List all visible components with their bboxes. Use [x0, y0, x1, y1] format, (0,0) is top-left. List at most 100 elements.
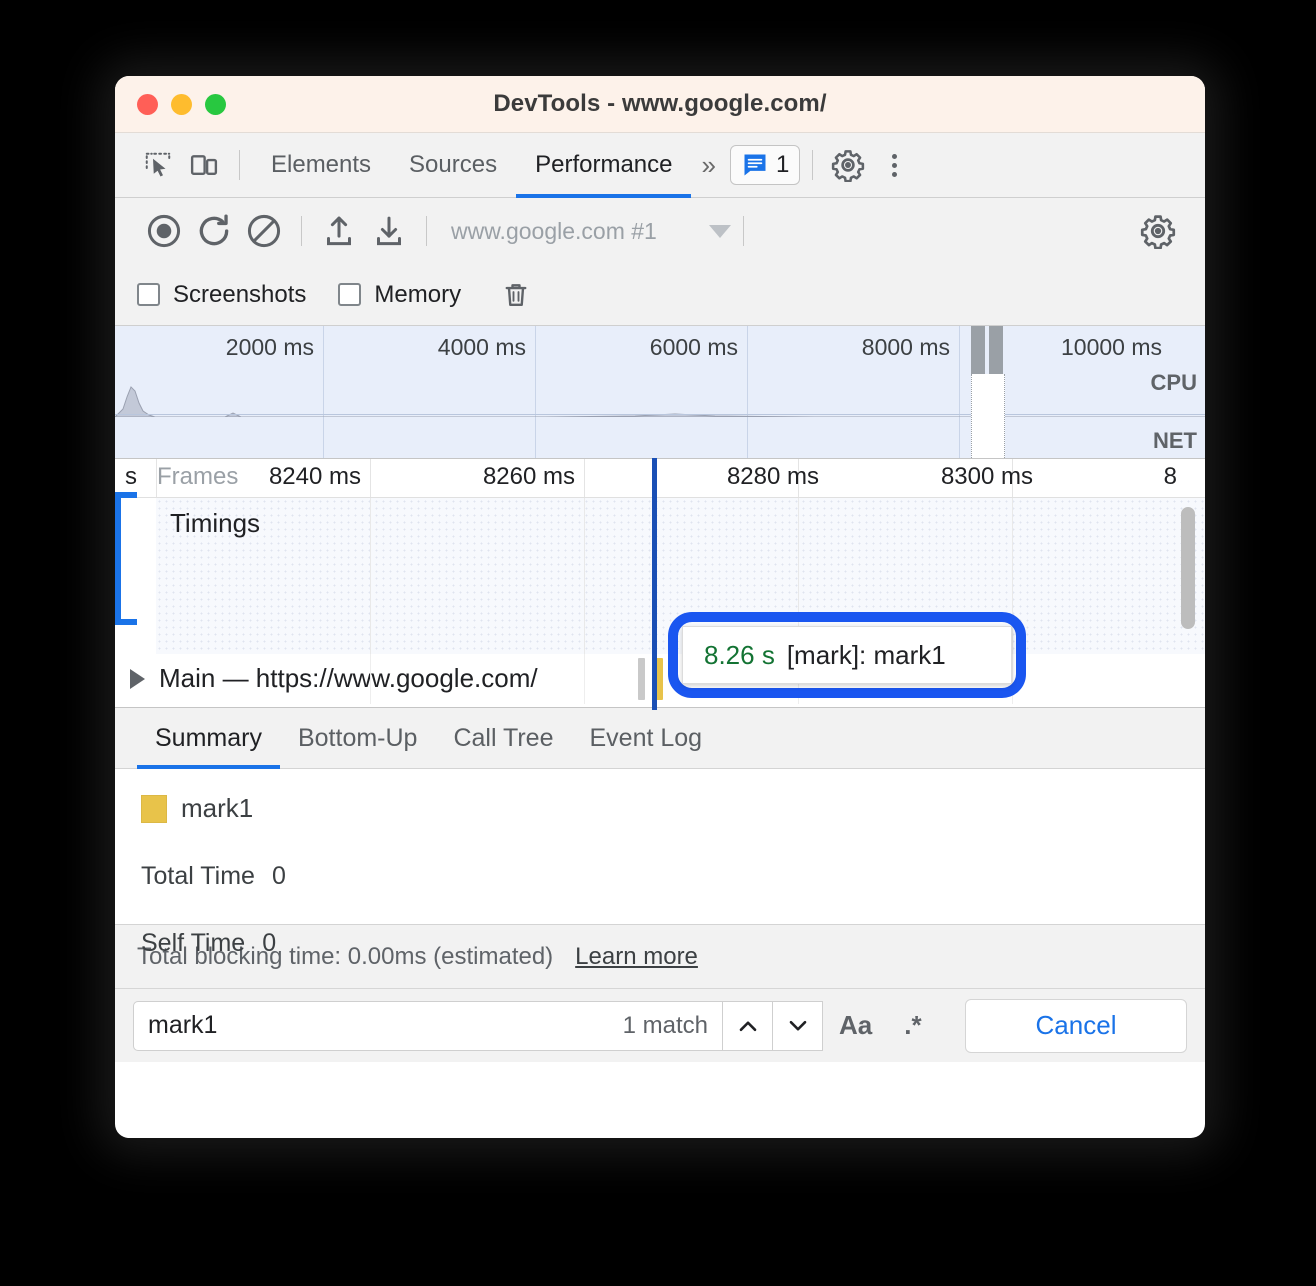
- flamechart-panel[interactable]: s Frames 8240 ms 8260 ms 8280 ms 8300 ms…: [115, 459, 1205, 707]
- record-toolbar-divider-3: [743, 216, 744, 246]
- main-event-bar[interactable]: [638, 658, 645, 700]
- self-time-value: 0: [262, 929, 276, 958]
- capture-settings-gear-icon[interactable]: [1133, 208, 1183, 254]
- minimize-window-button[interactable]: [171, 94, 192, 115]
- overview-window-right-handle[interactable]: [989, 326, 1003, 374]
- summary-event-name: mark1: [181, 793, 253, 824]
- screenshot-stage: DevTools - www.google.com/ Elements Sour…: [0, 0, 1316, 1286]
- capture-options-row: Screenshots Memory: [115, 264, 1205, 326]
- issues-counter-button[interactable]: 1: [730, 145, 800, 185]
- overview-tick-10000: 10000 ms: [1061, 334, 1171, 361]
- flamechart-tick-8300: 8300 ms: [941, 463, 1041, 491]
- download-profile-icon[interactable]: [364, 208, 414, 254]
- screenshots-checkbox[interactable]: [137, 283, 160, 306]
- tabbar-divider: [239, 150, 240, 180]
- flamechart-cursor-line: [652, 458, 657, 710]
- flamechart-ruler: s Frames 8240 ms 8260 ms 8280 ms 8300 ms…: [115, 459, 1205, 498]
- self-time-label: Self Time: [141, 929, 245, 958]
- overview-tick-4000: 4000 ms: [438, 334, 535, 361]
- reload-record-icon[interactable]: [189, 208, 239, 254]
- flamechart-tick-8280: 8280 ms: [727, 463, 827, 491]
- event-tooltip: 8.26 s [mark]: mark1: [682, 626, 1012, 684]
- tab-summary[interactable]: Summary: [137, 707, 280, 769]
- device-toolbar-icon[interactable]: [181, 142, 227, 188]
- flamechart-tick-edge: s: [125, 463, 145, 491]
- inspect-cursor-icon[interactable]: [135, 142, 181, 188]
- console-message-icon: [741, 151, 769, 179]
- search-prev-button[interactable]: [723, 1001, 773, 1051]
- search-next-button[interactable]: [773, 1001, 823, 1051]
- main-expand-triangle-icon[interactable]: [130, 669, 145, 689]
- flamechart-tick-partial: 8: [1164, 463, 1185, 491]
- event-color-swatch: [141, 795, 167, 823]
- gear-icon[interactable]: [825, 142, 871, 188]
- devtools-window: DevTools - www.google.com/ Elements Sour…: [115, 76, 1205, 1138]
- window-title: DevTools - www.google.com/: [115, 90, 1205, 118]
- screenshots-checkbox-group[interactable]: Screenshots: [137, 281, 306, 309]
- tab-event-log[interactable]: Event Log: [572, 707, 721, 769]
- close-window-button[interactable]: [137, 94, 158, 115]
- maximize-window-button[interactable]: [205, 94, 226, 115]
- trash-icon[interactable]: [493, 272, 539, 318]
- overview-tick-6000: 6000 ms: [650, 334, 747, 361]
- tooltip-text: [mark]: mark1: [787, 640, 946, 671]
- timeline-overview[interactable]: 2000 ms 4000 ms 6000 ms 8000 ms 10000 ms…: [115, 326, 1205, 459]
- regex-button[interactable]: .*: [888, 1001, 937, 1051]
- record-toolbar-divider: [301, 216, 302, 246]
- match-case-button[interactable]: Aa: [823, 1001, 888, 1051]
- screenshots-label: Screenshots: [173, 281, 306, 309]
- tab-performance[interactable]: Performance: [516, 133, 691, 198]
- tab-bottom-up[interactable]: Bottom-Up: [280, 707, 435, 769]
- tooltip-time: 8.26 s: [704, 640, 775, 671]
- traffic-lights: [137, 94, 226, 115]
- flamechart-vertical-scrollbar[interactable]: [1181, 507, 1195, 629]
- flamechart-tick-8260: 8260 ms: [483, 463, 583, 491]
- overview-window-left-handle[interactable]: [971, 326, 985, 374]
- record-toolbar-divider-2: [426, 216, 427, 246]
- more-vertical-icon[interactable]: [871, 142, 917, 188]
- total-time-label: Total Time: [141, 862, 255, 891]
- cpu-activity-sparkline: [115, 381, 1205, 417]
- summary-event-header: mark1: [141, 793, 1205, 824]
- overview-net-label: NET: [1153, 428, 1197, 454]
- memory-label: Memory: [374, 281, 461, 309]
- track-timings-label: Timings: [170, 508, 260, 539]
- search-input-wrapper[interactable]: mark1 1 match: [133, 1001, 723, 1051]
- chevron-down-icon: [785, 1013, 811, 1039]
- summary-row-total-time: Total Time 0: [141, 862, 1205, 891]
- search-input[interactable]: mark1: [148, 1011, 623, 1040]
- cancel-button[interactable]: Cancel: [965, 999, 1187, 1053]
- issues-count-label: 1: [776, 151, 789, 179]
- details-tabbar: Summary Bottom-Up Call Tree Event Log: [115, 707, 1205, 769]
- track-main-label: Main — https://www.google.com/: [159, 663, 538, 694]
- performance-record-toolbar: www.google.com #1: [115, 198, 1205, 264]
- overview-tick-8000: 8000 ms: [862, 334, 959, 361]
- search-toolbar: mark1 1 match Aa .* Cancel: [115, 988, 1205, 1062]
- record-circle-icon[interactable]: [139, 208, 189, 254]
- overview-cpu-net-divider: [115, 414, 1205, 415]
- summary-row-self-time: Self Time 0: [141, 929, 1205, 958]
- match-count-label: 1 match: [623, 1012, 708, 1040]
- tab-elements[interactable]: Elements: [252, 133, 390, 198]
- chevron-up-icon: [735, 1013, 761, 1039]
- session-selector-label[interactable]: www.google.com #1: [451, 218, 657, 245]
- overview-tick-2000: 2000 ms: [226, 334, 323, 361]
- more-tabs-chevron-icon[interactable]: »: [691, 150, 721, 181]
- memory-checkbox-group[interactable]: Memory: [338, 281, 461, 309]
- upload-profile-icon[interactable]: [314, 208, 364, 254]
- timings-selection-bracket: [115, 492, 137, 625]
- summary-panel: mark1 Total Time 0 Self Time 0: [115, 769, 1205, 924]
- window-titlebar: DevTools - www.google.com/: [115, 76, 1205, 133]
- track-main[interactable]: Main — https://www.google.com/: [115, 654, 1205, 705]
- memory-checkbox[interactable]: [338, 283, 361, 306]
- tab-call-tree[interactable]: Call Tree: [435, 707, 571, 769]
- frames-track-label: Frames: [157, 463, 238, 491]
- chevron-down-icon[interactable]: [709, 225, 731, 238]
- clear-prohibited-icon[interactable]: [239, 208, 289, 254]
- overview-window-selection[interactable]: [971, 374, 1005, 458]
- tab-sources[interactable]: Sources: [390, 133, 516, 198]
- total-time-value: 0: [272, 862, 286, 891]
- tabbar-divider-2: [812, 150, 813, 180]
- flamechart-tick-8240: 8240 ms: [269, 463, 369, 491]
- devtools-tabbar: Elements Sources Performance » 1: [115, 133, 1205, 198]
